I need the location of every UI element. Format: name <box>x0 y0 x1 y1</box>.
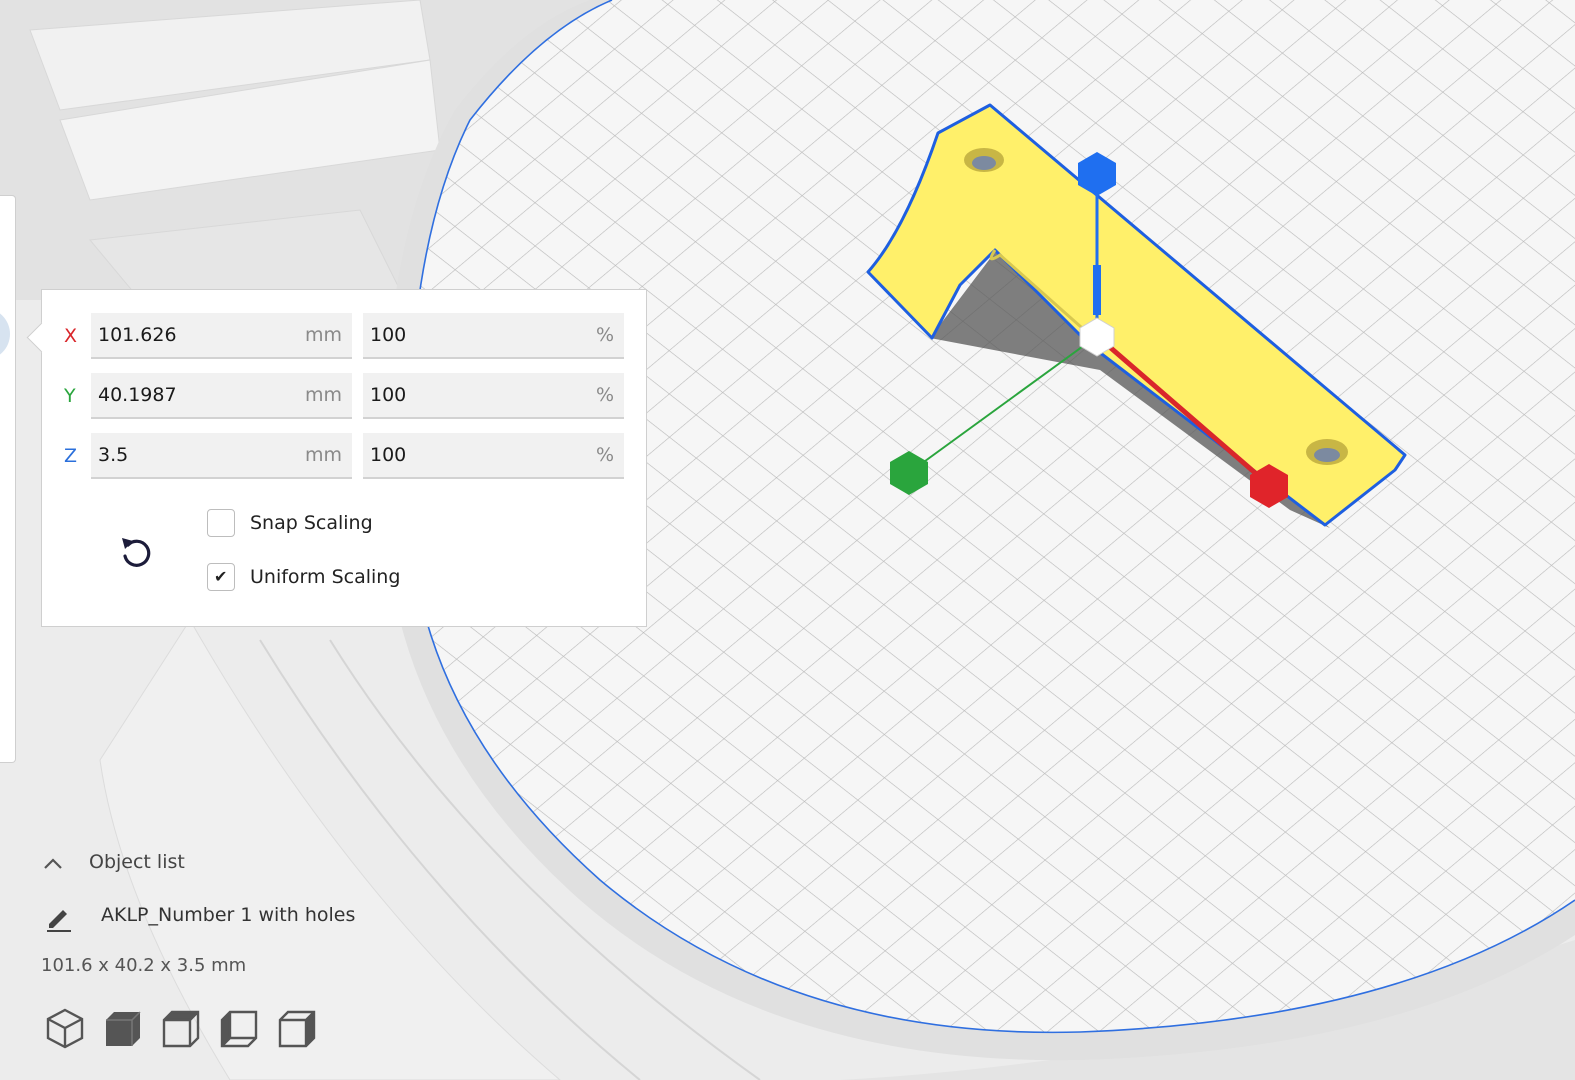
percent-x-input[interactable]: 100 % <box>363 313 624 359</box>
reset-scale-button[interactable] <box>116 532 158 574</box>
size-x-input[interactable]: 101.626 mm <box>91 313 352 359</box>
snap-scaling-label: Snap Scaling <box>250 512 373 534</box>
percent-z-value: 100 <box>370 444 407 466</box>
checkmark-icon: ✔ <box>214 567 228 586</box>
axis-label-z: Z <box>64 445 78 467</box>
chevron-up-icon <box>44 858 62 869</box>
size-z-unit: mm <box>304 444 342 466</box>
percent-z-input[interactable]: 100 % <box>363 433 624 479</box>
snap-scaling-checkbox[interactable] <box>207 509 235 537</box>
tool-sidebar <box>0 195 16 763</box>
size-y-value: 40.1987 <box>98 384 177 406</box>
reset-rotate-icon <box>122 538 151 567</box>
percent-y-unit: % <box>595 384 614 406</box>
scale-row-z: Z 3.5 mm 100 % <box>42 433 646 479</box>
scale-row-y: Y 40.1987 mm 100 % <box>42 373 646 419</box>
percent-y-input[interactable]: 100 % <box>363 373 624 419</box>
uniform-scaling-checkbox[interactable]: ✔ <box>207 563 235 591</box>
uniform-scaling-label: Uniform Scaling <box>250 566 401 588</box>
size-y-unit: mm <box>304 384 342 406</box>
size-y-input[interactable]: 40.1987 mm <box>91 373 352 419</box>
pencil-icon[interactable] <box>44 904 72 932</box>
top-view-icon[interactable] <box>160 1006 202 1050</box>
size-x-value: 101.626 <box>98 324 177 346</box>
active-tool-indicator[interactable] <box>0 308 10 360</box>
percent-z-unit: % <box>595 444 614 466</box>
front-view-icon[interactable] <box>102 1006 144 1050</box>
object-list-panel: Object list AKLP_Number 1 with holes 101… <box>40 846 460 1056</box>
object-item[interactable]: AKLP_Number 1 with holes <box>40 902 440 938</box>
3d-view-icon[interactable] <box>44 1006 86 1050</box>
size-z-value: 3.5 <box>98 444 129 466</box>
object-name: AKLP_Number 1 with holes <box>101 904 356 926</box>
object-list-toggle[interactable]: Object list <box>40 846 240 882</box>
object-list-title: Object list <box>89 851 185 873</box>
size-z-input[interactable]: 3.5 mm <box>91 433 352 479</box>
right-view-icon[interactable] <box>276 1006 318 1050</box>
axis-label-x: X <box>64 325 78 347</box>
scale-row-x: X 101.626 mm 100 % <box>42 313 646 359</box>
percent-x-unit: % <box>595 324 614 346</box>
size-x-unit: mm <box>304 324 342 346</box>
object-dimensions: 101.6 x 40.2 x 3.5 mm <box>41 955 247 976</box>
percent-y-value: 100 <box>370 384 407 406</box>
left-view-icon[interactable] <box>218 1006 260 1050</box>
axis-label-y: Y <box>64 385 76 407</box>
scale-tool-panel: X 101.626 mm 100 % Y 40.1987 mm 100 % Z … <box>41 289 647 627</box>
percent-x-value: 100 <box>370 324 407 346</box>
